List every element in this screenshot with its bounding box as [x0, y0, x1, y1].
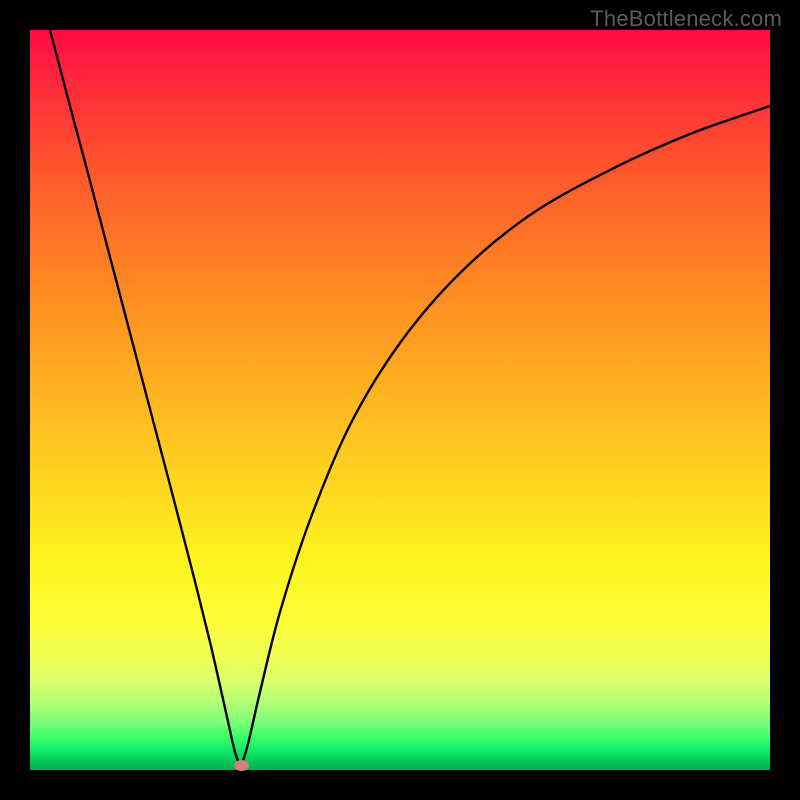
outer-frame: TheBottleneck.com: [0, 0, 800, 800]
curve-right-branch: [241, 106, 770, 767]
minimum-marker: [234, 760, 249, 771]
chart-plot-area: [30, 30, 770, 770]
watermark-text: TheBottleneck.com: [590, 6, 782, 32]
curve-left-branch: [50, 30, 241, 767]
bottleneck-curve: [30, 30, 770, 770]
